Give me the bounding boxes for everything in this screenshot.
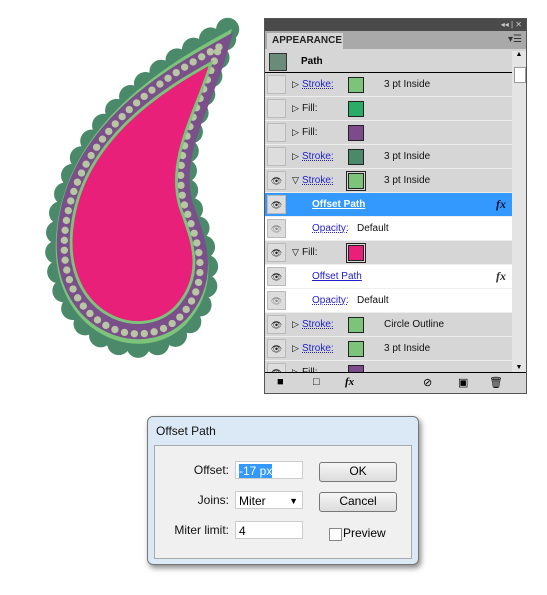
appearance-row[interactable]: ▷ Stroke: 3 pt Inside [265,73,512,97]
attribute-label[interactable]: Fill: [302,247,318,258]
color-swatch[interactable] [348,101,364,117]
effect-row[interactable]: 👁 Offset Path fx [265,193,512,217]
visibility-toggle[interactable] [267,99,286,118]
dropdown-arrow-icon: ▼ [289,496,298,506]
scroll-thumb[interactable] [514,67,526,83]
attribute-label[interactable]: Stroke: [302,175,334,186]
color-swatch[interactable] [348,77,364,93]
visibility-toggle[interactable]: 👁 [267,243,286,262]
disclosure-closed-icon[interactable]: ▷ [292,103,299,114]
duplicate-item-icon[interactable]: ▣ [458,376,468,389]
color-swatch[interactable] [348,125,364,141]
appearance-list: Path ▷ Stroke: 3 pt Inside ▷ Fill: ▷ Fil… [265,51,512,373]
disclosure-closed-icon[interactable]: ▷ [292,151,299,162]
preview-checkbox[interactable] [329,528,342,541]
attribute-label[interactable]: Stroke: [302,343,334,354]
fx-icon: fx [496,197,506,211]
offset-value: -17 px [239,464,273,478]
visibility-toggle[interactable]: 👁 [267,291,286,310]
visibility-toggle[interactable]: 👁 [267,171,286,190]
add-fill-icon[interactable]: □ [313,376,320,388]
opacity-value: Default [357,223,389,234]
appearance-row[interactable]: 👁 ▷ Stroke: 3 pt Inside [265,337,512,361]
joins-value: Miter [239,494,266,508]
effect-link[interactable]: Offset Path [312,199,365,210]
joins-label: Joins: [197,493,229,507]
color-swatch[interactable] [346,243,366,263]
object-row[interactable]: Path [265,51,512,73]
object-name: Path [301,56,323,67]
opacity-row[interactable]: 👁 Opacity: Default [265,289,512,313]
offset-input[interactable]: -17 px [235,461,303,479]
appearance-row[interactable]: ▷ Fill: [265,121,512,145]
delete-item-icon[interactable]: 🗑 [489,376,503,389]
appearance-row[interactable]: 👁 ▷ Stroke: Circle Outline [265,313,512,337]
opacity-link[interactable]: Opacity: [312,295,349,306]
color-swatch[interactable] [348,341,364,357]
panel-topbar: ◂◂ | ✕ [265,19,526,31]
offset-path-dialog: Offset Path Offset: -17 px Joins: Miter ▼… [147,416,419,565]
visibility-toggle[interactable]: 👁 [267,195,286,214]
add-stroke-icon[interactable]: ■ [277,376,284,388]
fx-icon: fx [496,269,506,283]
miter-limit-input[interactable]: 4 [235,521,303,539]
appearance-row[interactable]: ▷ Stroke: 3 pt Inside [265,145,512,169]
object-thumbnail [269,53,287,71]
attribute-value: 3 pt Inside [384,79,431,90]
color-swatch[interactable] [346,171,366,191]
appearance-row[interactable]: 👁 ▽ Stroke: 3 pt Inside [265,169,512,193]
opacity-row[interactable]: 👁 Opacity: Default [265,217,512,241]
close-icon[interactable]: ✕ [515,20,522,29]
effect-row[interactable]: 👁 Offset Path fx [265,265,512,289]
appearance-panel: ◂◂ | ✕ APPEARANCE ▾☰ Path ▷ Stroke: 3 pt … [264,18,527,394]
ok-button[interactable]: OK [319,462,397,482]
preview-label: Preview [343,526,386,540]
scrollbar[interactable]: ▲ ▼ [512,51,526,373]
tab-appearance[interactable]: APPEARANCE [267,33,343,49]
visibility-toggle[interactable]: 👁 [267,219,286,238]
color-swatch[interactable] [348,149,364,165]
appearance-row[interactable]: 👁 ▽ Fill: [265,241,512,265]
double-chevron-left-icon[interactable]: ◂◂ [501,20,509,29]
offset-label: Offset: [193,463,229,477]
opacity-link[interactable]: Opacity: [312,223,349,234]
visibility-toggle[interactable] [267,75,286,94]
dialog-title: Offset Path [156,424,216,438]
disclosure-closed-icon[interactable]: ▷ [292,127,299,138]
attribute-label[interactable]: Stroke: [302,151,334,162]
opacity-value: Default [357,295,389,306]
attribute-label[interactable]: Stroke: [302,319,334,330]
effect-link[interactable]: Offset Path [312,271,362,282]
panel-bottom-toolbar: ■ □ fx ⊘ ▣ 🗑 [265,372,526,393]
fx-menu-icon[interactable]: fx [345,376,354,388]
attribute-label[interactable]: Fill: [302,127,318,138]
visibility-toggle[interactable]: 👁 [267,315,286,334]
attribute-value: Circle Outline [384,319,445,330]
disclosure-closed-icon[interactable]: ▷ [292,343,299,354]
disclosure-closed-icon[interactable]: ▷ [292,319,299,330]
disclosure-open-icon[interactable]: ▽ [292,247,299,258]
miter-limit-label: Miter limit: [174,523,229,537]
disclosure-closed-icon[interactable]: ▷ [292,79,299,90]
appearance-row[interactable]: ▷ Fill: [265,97,512,121]
clear-appearance-icon[interactable]: ⊘ [423,376,432,389]
attribute-value: 3 pt Inside [384,151,431,162]
color-swatch[interactable] [348,317,364,333]
attribute-value: 3 pt Inside [384,175,431,186]
attribute-value: 3 pt Inside [384,343,431,354]
joins-select[interactable]: Miter ▼ [235,491,303,509]
attribute-label[interactable]: Fill: [302,103,318,114]
disclosure-open-icon[interactable]: ▽ [292,175,299,186]
attribute-label[interactable]: Stroke: [302,79,334,90]
paisley-artwork [0,0,260,400]
visibility-toggle[interactable] [267,147,286,166]
panel-menu-icon[interactable]: ▾☰ [508,34,522,45]
visibility-toggle[interactable] [267,123,286,142]
cancel-button[interactable]: Cancel [319,492,397,512]
visibility-toggle[interactable]: 👁 [267,339,286,358]
visibility-toggle[interactable]: 👁 [267,267,286,286]
